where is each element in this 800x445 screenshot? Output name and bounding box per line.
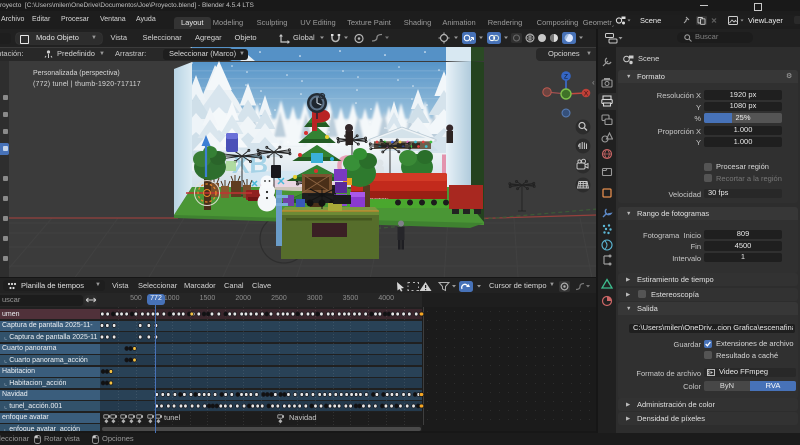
svg-text:X: X	[584, 91, 589, 98]
svg-text:‹: ‹	[592, 78, 595, 87]
svg-text:Z: Z	[564, 74, 568, 81]
